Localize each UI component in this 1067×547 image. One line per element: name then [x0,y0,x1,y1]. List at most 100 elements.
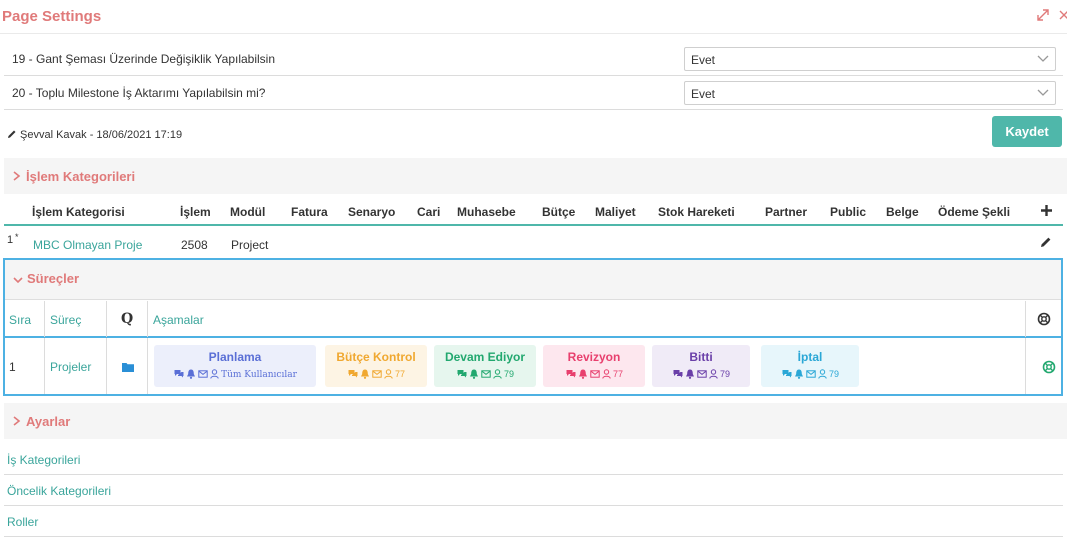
section-title: Ayarlar [26,414,71,429]
bell-icon [794,369,803,379]
user-icon [709,369,718,379]
setting-row-20: 20 - Toplu Milestone İş Aktarımı Yapılab… [4,76,1063,110]
last-modified-info: Şevval Kavak - 18/06/2021 17:19 [7,129,182,141]
stage-user-count: 79 [503,369,514,379]
lifebuoy-icon[interactable] [1042,360,1056,374]
row-index: 1 [7,234,14,246]
chevron-down-icon [1037,55,1049,62]
user-icon [384,369,393,379]
mail-icon [481,370,491,378]
bell-icon [578,369,587,379]
column-header: İşlem [180,205,211,219]
table-row: 1 * MBC Olmayan Proje 2508 Project [4,228,1063,258]
column-header: Bütçe [542,205,576,219]
process-row-box: 1 Projeler Planlama Tüm Kullanıcılar Bütçe… [3,338,1063,396]
stage-chip[interactable]: Bitti 79 [652,345,750,387]
column-header: Muhasebe [457,205,516,219]
stage-name: İptal [797,350,823,364]
process-table-header: Sıra Süreç Q Aşamalar [5,301,1061,337]
chevron-right-icon [13,416,21,426]
stage-name: Bütçe Kontrol [336,350,416,364]
column-header-q: Q [121,311,134,327]
section-header-surecler[interactable]: Süreçler [5,260,1061,300]
bell-icon [187,369,196,379]
category-link[interactable]: MBC Olmayan Proje [33,238,142,252]
folder-icon[interactable] [122,362,134,372]
column-header: İşlem Kategorisi [32,205,125,219]
settings-link-roller[interactable]: Roller [7,515,38,529]
stage-chip[interactable]: İptal 79 [761,345,859,387]
stage-icons: Tüm Kullanıcılar [154,369,316,380]
islem-value: 2508 [181,238,208,252]
expand-icon[interactable] [1036,8,1050,22]
lifebuoy-icon[interactable] [1037,312,1051,326]
chat-icon [174,370,184,378]
section-title: İşlem Kategorileri [26,169,136,184]
mail-icon [806,370,816,378]
process-link[interactable]: Projeler [50,360,91,374]
save-button[interactable]: Kaydet [992,116,1062,147]
settings-link-row: Öncelik Kategorileri [4,475,1063,506]
pencil-icon [8,130,16,138]
column-header: Stok Hareketi [658,205,735,219]
bell-icon [360,369,369,379]
author-text: Şevval Kavak - 18/06/2021 17:19 [20,129,183,141]
user-icon [493,369,502,379]
stage-icons: 79 [761,369,859,379]
setting-select[interactable]: Evet [684,47,1056,71]
column-header: Public [830,205,867,219]
user-icon [602,369,611,379]
table-row: 1 Projeler Planlama Tüm Kullanıcılar Bütçe… [5,338,1061,394]
setting-select[interactable]: Evet [684,81,1056,105]
stage-chip[interactable]: Revizyon 77 [543,345,645,387]
chevron-right-icon [13,171,21,181]
setting-row-19: 19 - Gant Şeması Üzerinde Değişiklik Yap… [4,42,1063,76]
mail-icon [697,370,707,378]
settings-link-is-kategorileri[interactable]: İş Kategorileri [7,453,80,467]
stage-name: Revizyon [567,350,621,364]
settings-link-row: İş Kategorileri [4,444,1063,475]
column-header-surec: Süreç [50,313,82,327]
stage-user-count: 79 [719,369,730,379]
setting-label: 19 - Gant Şeması Üzerinde Değişiklik Yap… [12,52,276,66]
mail-icon [372,370,382,378]
section-ayarlar[interactable]: Ayarlar [4,403,1067,439]
stage-chip[interactable]: Devam Ediyor 79 [434,345,536,387]
mail-icon [590,370,600,378]
stage-icons: 79 [434,369,536,379]
add-icon[interactable] [1040,204,1053,217]
section-surecler: Süreçler Sıra Süreç Q Aşamalar [3,258,1063,338]
category-table-header: İşlem Kategorisi İşlem Modül Fatura Sena… [4,196,1063,226]
chevron-down-icon [13,277,23,284]
stage-user-count: Tüm Kullanıcılar [221,370,297,380]
page-title: Page Settings [2,8,102,25]
close-icon[interactable] [1058,8,1067,22]
stage-user-count: 79 [828,369,839,379]
select-value: Evet [691,53,716,67]
stage-chip[interactable]: Bütçe Kontrol 77 [325,345,427,387]
bell-icon [469,369,478,379]
section-islem-kategorileri[interactable]: İşlem Kategorileri [4,158,1067,194]
column-header: Maliyet [595,205,636,219]
mail-icon [198,370,208,378]
column-header: Belge [886,205,919,219]
chat-icon [457,370,467,378]
column-header: Modül [230,205,266,219]
column-header: Fatura [291,205,328,219]
settings-link-row: Roller [4,506,1063,537]
pencil-icon[interactable] [1040,236,1052,248]
chat-icon [348,370,358,378]
stage-chip[interactable]: Planlama Tüm Kullanıcılar [154,345,316,387]
settings-link-oncelik-kategorileri[interactable]: Öncelik Kategorileri [7,484,111,498]
section-title: Süreçler [27,271,80,286]
user-icon [818,369,827,379]
chevron-down-icon [1037,89,1049,96]
user-icon [210,369,219,379]
setting-label: 20 - Toplu Milestone İş Aktarımı Yapılab… [12,86,266,100]
column-header: Ödeme Şekli [938,205,1011,219]
stage-user-count: 77 [612,369,623,379]
stage-name: Devam Ediyor [444,350,526,364]
row-sira: 1 [9,360,16,374]
bell-icon [685,369,694,379]
stage-name: Bitti [689,350,713,364]
